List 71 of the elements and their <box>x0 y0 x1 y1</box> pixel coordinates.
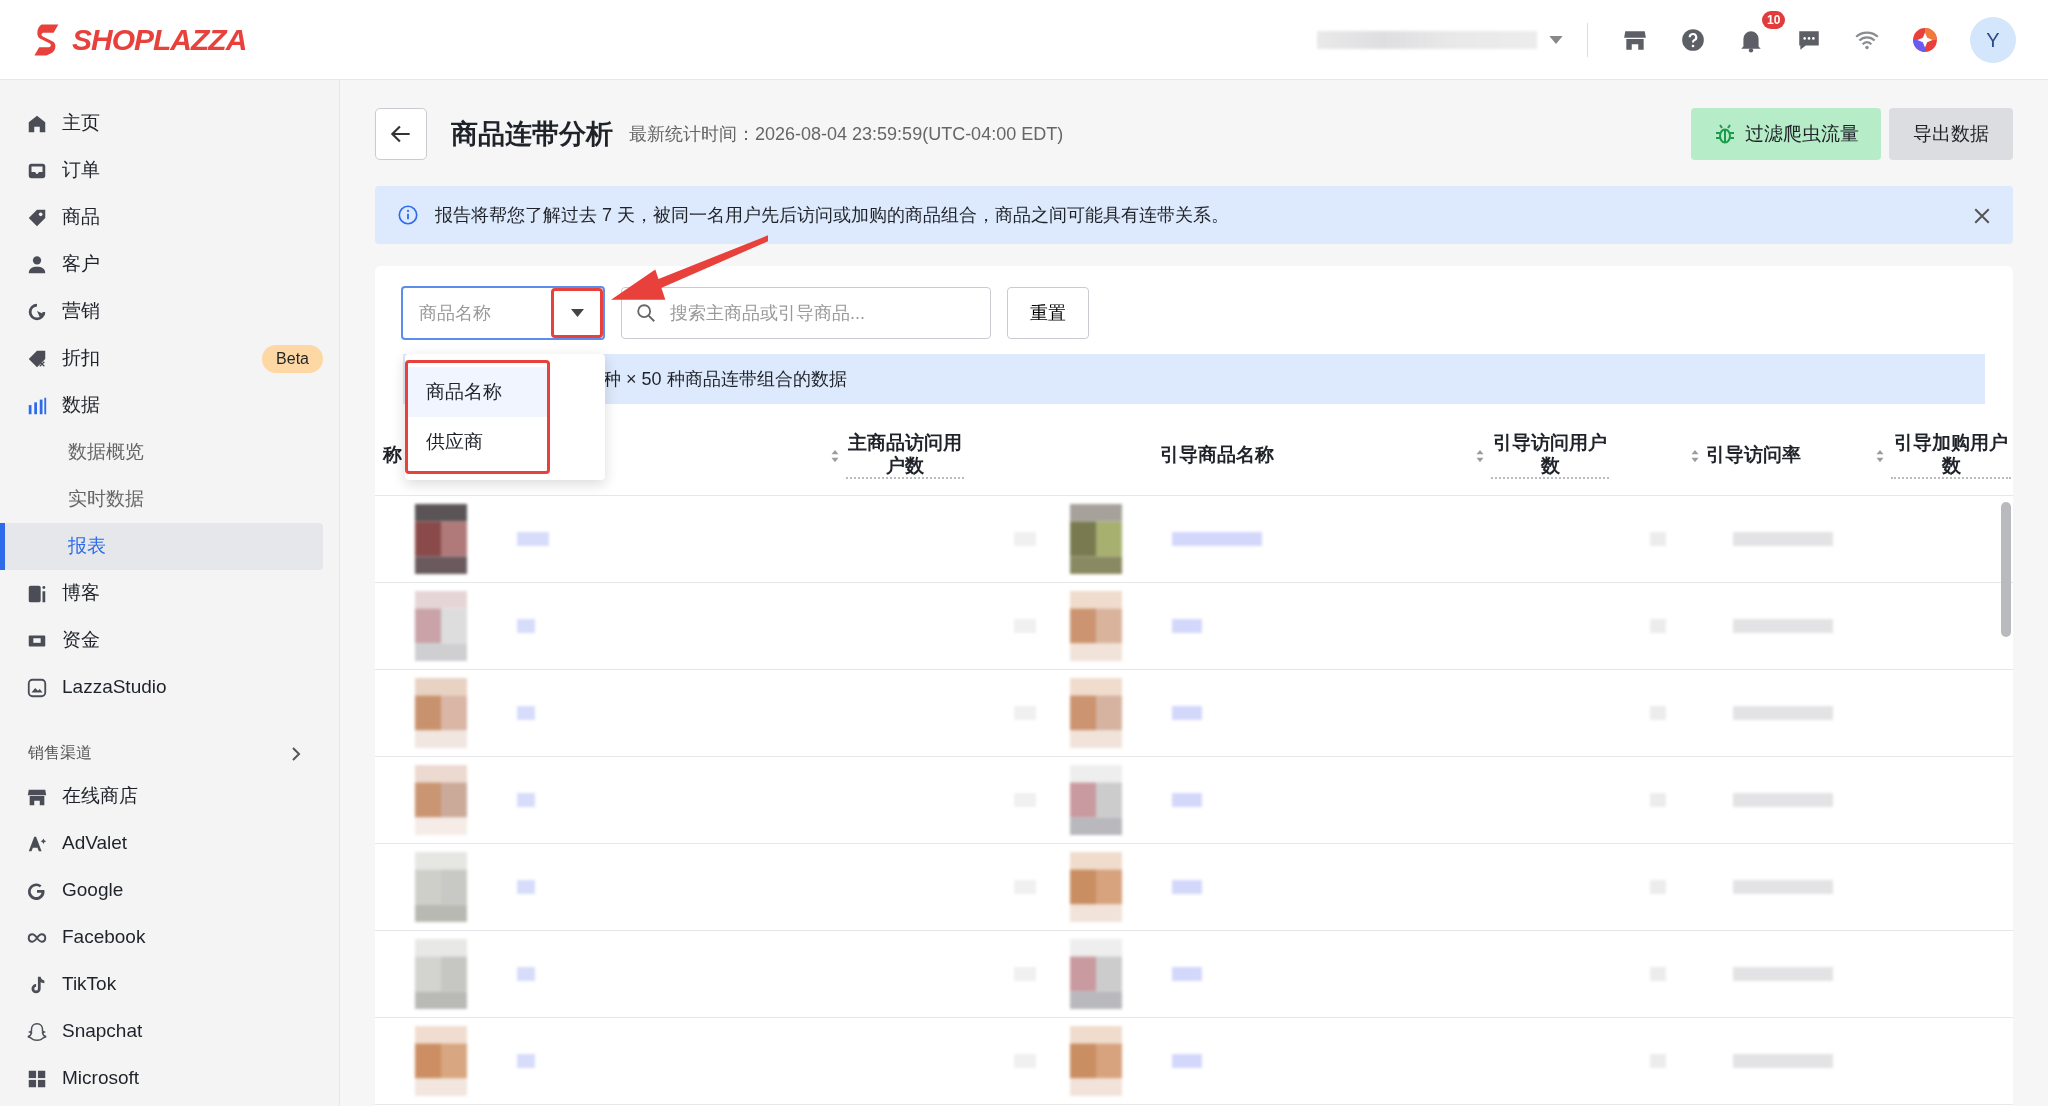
logo-text: SHOPLAZZA <box>72 22 247 58</box>
blurred-value <box>1172 1054 1202 1068</box>
sidebar-item[interactable]: 客户 <box>0 241 323 288</box>
export-button[interactable]: 导出数据 <box>1889 107 2013 161</box>
sidebar-item[interactable]: 主页 <box>0 100 323 147</box>
chevron-right-icon[interactable] <box>291 745 301 762</box>
sort-icon[interactable] <box>1690 448 1700 463</box>
sidebar-item[interactable]: Snapchat <box>0 1008 323 1055</box>
back-button[interactable] <box>375 108 427 160</box>
sidebar-item[interactable]: 数据 <box>0 382 323 429</box>
blurred-value <box>1172 793 1202 807</box>
avatar[interactable]: Y <box>1970 16 2016 63</box>
sidebar-item[interactable]: 博客 <box>0 570 323 617</box>
help-icon[interactable] <box>1680 26 1706 53</box>
sparkle-ball-icon[interactable] <box>1912 26 1938 53</box>
notification-badge: 10 <box>1762 10 1786 29</box>
sidebar-item[interactable]: 营销 <box>0 288 323 335</box>
caret-down-icon[interactable] <box>570 309 584 317</box>
scrollbar[interactable] <box>2001 502 2011 637</box>
blurred-value <box>517 532 549 546</box>
column-header[interactable]: 引导访问率 <box>1706 444 1801 467</box>
beta-badge: Beta <box>262 344 323 373</box>
ghost-icon <box>26 1020 48 1043</box>
dropdown-option[interactable]: 商品名称 <box>408 367 547 417</box>
caret-icon <box>1549 35 1563 44</box>
sidebar-item[interactable]: 订单 <box>0 147 323 194</box>
blurred-value <box>517 880 535 894</box>
blurred-value <box>517 706 535 720</box>
dropdown-option[interactable]: 供应商 <box>408 417 547 467</box>
search-field[interactable]: 搜索主商品或引导商品... <box>621 287 991 339</box>
column-header[interactable]: 引导访问用户数 <box>1491 431 1609 480</box>
sidebar-item[interactable]: Microsoft <box>0 1055 323 1102</box>
blurred-value <box>517 967 535 981</box>
column-header: 引导商品名称 <box>1160 444 1274 467</box>
blurred-value <box>1172 619 1202 633</box>
sort-icon[interactable] <box>1475 448 1485 463</box>
column-header[interactable]: 主商品访问用户数 <box>846 431 964 480</box>
blurred-value <box>517 793 535 807</box>
blurred-value <box>1172 967 1202 981</box>
column-header[interactable]: 引导加购用户数 <box>1891 431 2011 480</box>
sidebar-item[interactable]: AdValet <box>0 820 323 867</box>
banner-text: 报告将帮您了解过去 7 天，被同一名用户先后访问或加购的商品组合，商品之间可能具有连带关系。 <box>435 203 1229 227</box>
sort-icon[interactable] <box>1875 448 1885 463</box>
summary-text: 种 × 50 种商品连带组合的数据 <box>603 367 847 391</box>
sidebar-item[interactable]: Facebook <box>0 914 323 961</box>
sidebar-subitem[interactable]: 实时数据 <box>0 476 323 523</box>
info-icon <box>397 204 419 226</box>
sidebar-item[interactable]: Google <box>0 867 323 914</box>
person-icon <box>26 253 48 276</box>
sidebar-item[interactable]: 资金 <box>0 617 323 664</box>
sidebar-item[interactable]: 折扣 Beta <box>0 335 323 382</box>
blurred-value <box>1172 880 1202 894</box>
select-value: 商品名称 <box>418 301 492 325</box>
blurred-value <box>1172 706 1202 720</box>
sidebar-item[interactable]: 商品 <box>0 194 323 241</box>
blurred-value <box>517 619 535 633</box>
page-title: 商品连带分析 <box>451 117 613 151</box>
sidebar-item[interactable]: 在线商店 <box>0 773 323 820</box>
image-icon <box>26 676 48 699</box>
section-title: 销售渠道 <box>28 743 92 763</box>
sort-icon[interactable] <box>830 448 840 463</box>
last-updated: 最新统计时间：2026-08-04 23:59:59(UTC-04:00 EDT) <box>629 122 1064 146</box>
close-icon[interactable] <box>1973 206 1991 225</box>
column-header: 称 <box>383 444 402 467</box>
sidebar-item[interactable]: TikTok <box>0 961 323 1008</box>
sidebar-subitem[interactable]: 数据概览 <box>0 429 323 476</box>
reset-button[interactable]: 重置 <box>1007 287 1089 339</box>
bug-icon <box>1713 122 1737 146</box>
blurred-value <box>517 1054 535 1068</box>
sidebar-item[interactable]: LazzaStudio <box>0 664 323 711</box>
filter-bot-button[interactable]: 过滤爬虫流量 <box>1691 107 1881 161</box>
